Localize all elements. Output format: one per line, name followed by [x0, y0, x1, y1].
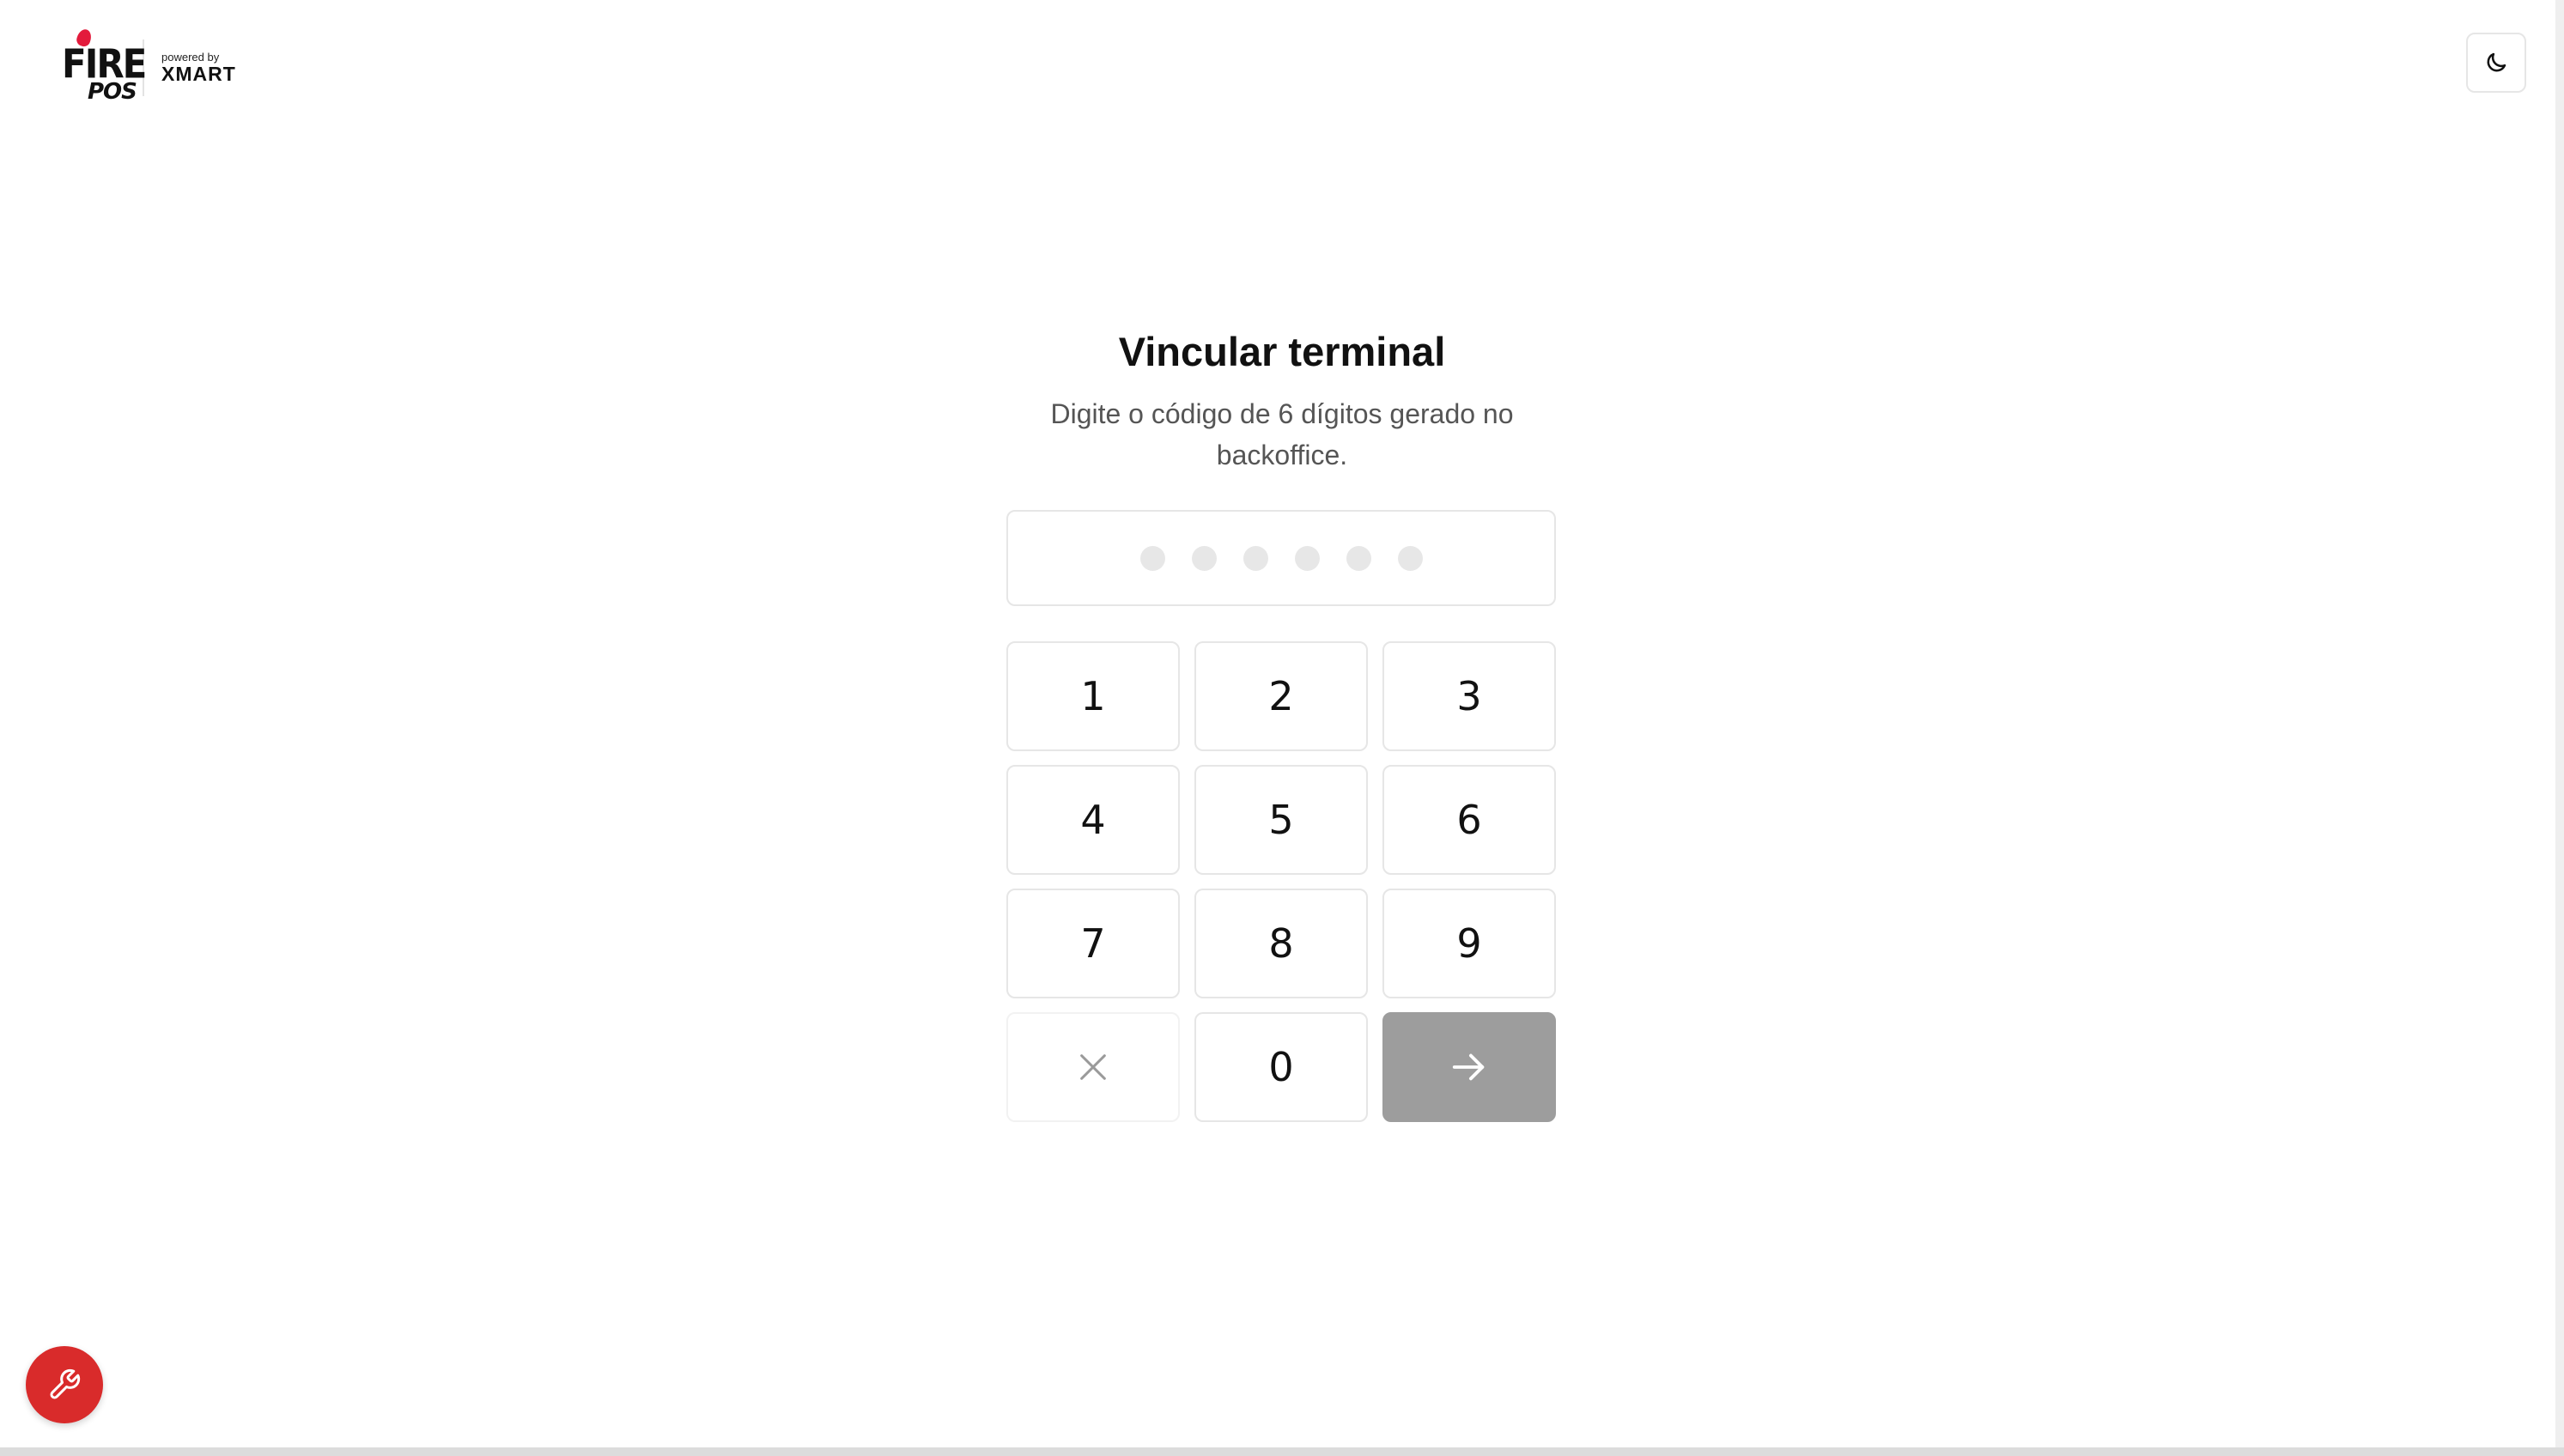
code-digit-placeholder [1346, 545, 1371, 571]
clear-button[interactable] [1006, 1012, 1180, 1122]
key-9[interactable]: 9 [1382, 889, 1556, 998]
key-7[interactable]: 7 [1006, 889, 1180, 998]
window-right-edge [2555, 0, 2564, 1456]
code-digit-placeholder [1397, 545, 1423, 571]
code-digit-placeholder [1139, 545, 1165, 571]
arrow-right-icon [1452, 1053, 1485, 1081]
key-8[interactable]: 8 [1194, 889, 1368, 998]
numeric-keypad: 1 2 3 4 5 6 7 8 9 0 [1006, 641, 1556, 1122]
code-digit-placeholder [1243, 545, 1268, 571]
code-digit-placeholder [1294, 545, 1320, 571]
key-3[interactable]: 3 [1382, 641, 1556, 751]
code-digit-placeholder [1191, 545, 1217, 571]
window-bottom-edge [0, 1447, 2564, 1456]
powered-by-block: powered by XMART [161, 51, 236, 85]
tools-button[interactable] [26, 1346, 103, 1423]
partner-logo-text: XMART [161, 63, 236, 85]
wrench-icon [50, 1368, 81, 1399]
logo-pos-text: POS [88, 79, 137, 105]
theme-toggle-button[interactable] [2466, 33, 2526, 93]
key-6[interactable]: 6 [1382, 765, 1556, 875]
key-4[interactable]: 4 [1006, 765, 1180, 875]
key-5[interactable]: 5 [1194, 765, 1368, 875]
moon-icon [2487, 52, 2506, 72]
app-logo: FIRE POS powered by XMART [62, 27, 236, 106]
close-icon [1080, 1054, 1106, 1080]
key-0[interactable]: 0 [1194, 1012, 1368, 1122]
link-terminal-page: FIRE POS powered by XMART Vincular termi… [0, 0, 2564, 1456]
key-1[interactable]: 1 [1006, 641, 1180, 751]
code-input-display [1006, 510, 1556, 606]
fire-pos-logo: FIRE POS [62, 27, 147, 106]
page-subtitle: Digite o código de 6 dígitos gerado no b… [1050, 398, 1514, 470]
submit-button[interactable] [1382, 1012, 1556, 1122]
page-title: Vincular terminal [1118, 329, 1446, 374]
key-2[interactable]: 2 [1194, 641, 1368, 751]
powered-by-label: powered by [161, 51, 220, 64]
